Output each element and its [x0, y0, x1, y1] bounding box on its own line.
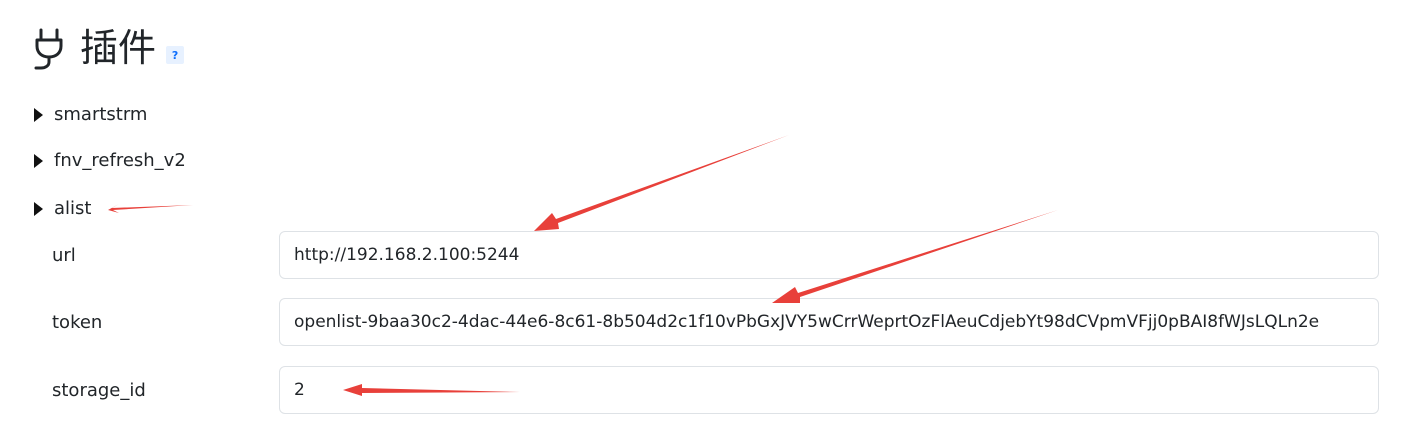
storage-id-input[interactable]	[279, 366, 1379, 414]
plugin-toggle-alist[interactable]: alist	[34, 198, 91, 219]
page-title: 插件	[80, 26, 157, 70]
caret-right-icon	[34, 153, 43, 168]
url-input[interactable]	[279, 231, 1379, 279]
url-label: url	[52, 245, 76, 266]
plugin-name: alist	[54, 198, 92, 219]
caret-right-icon	[34, 107, 43, 122]
storage-id-label: storage_id	[52, 380, 146, 401]
page-header: 插件 ?	[32, 20, 185, 76]
plugin-name: smartstrm	[54, 104, 148, 125]
plugin-toggle-smartstrm[interactable]: smartstrm	[34, 104, 147, 125]
plug-icon	[34, 28, 63, 70]
caret-right-icon	[34, 201, 43, 216]
plugin-name: fnv_refresh_v2	[54, 150, 186, 171]
annotation-arrow-alist	[108, 204, 193, 213]
token-input[interactable]	[279, 298, 1379, 346]
token-label: token	[52, 312, 103, 333]
plugin-toggle-fnv-refresh-v2[interactable]: fnv_refresh_v2	[34, 150, 186, 171]
annotation-arrow-url	[534, 135, 789, 231]
help-icon[interactable]: ?	[166, 46, 185, 64]
